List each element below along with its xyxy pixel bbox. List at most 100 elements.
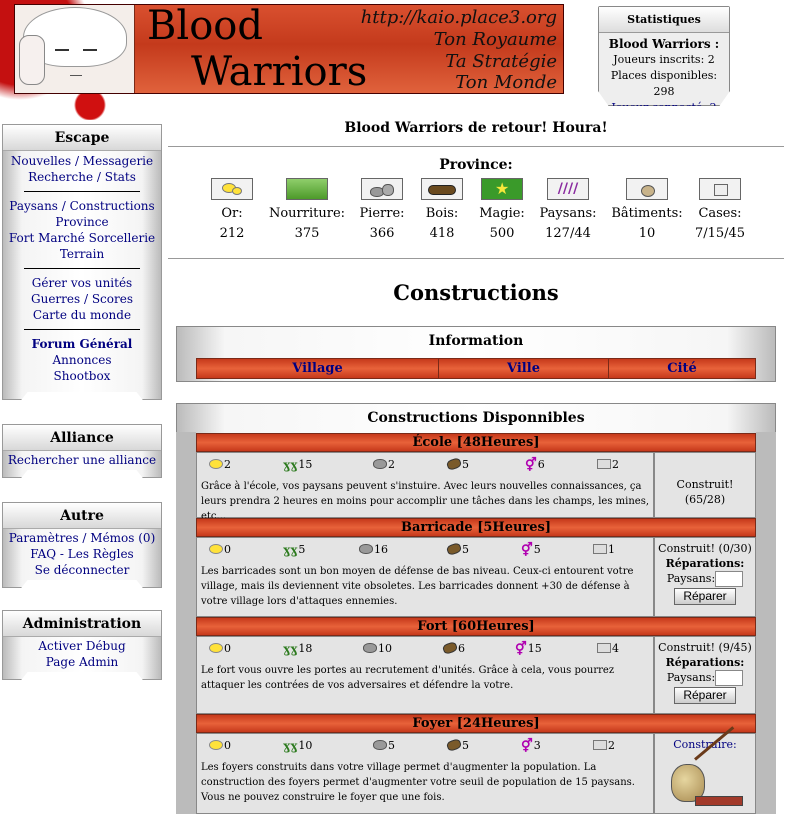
character-portrait: [15, 5, 135, 93]
building-status-cell: Construit! (0/30) Réparations: Paysans: …: [654, 537, 756, 617]
menu-link-units[interactable]: Gérer vos unités: [3, 275, 161, 291]
cost-cases: 2: [593, 738, 615, 753]
menu-link-terrain[interactable]: Terrain: [3, 246, 161, 262]
menu-admin-header: Administration: [3, 611, 161, 637]
resource-value: 10: [638, 226, 656, 241]
cost-stone: 16: [359, 542, 388, 557]
tab-cite[interactable]: Cité: [609, 359, 755, 378]
ville-link[interactable]: Ville: [507, 361, 540, 376]
menu-link-search-alliance[interactable]: Rechercher une alliance: [3, 452, 161, 468]
food-icon: ɣɣ: [283, 642, 298, 656]
cases-icon: [593, 544, 607, 554]
cost-gold: 0: [209, 641, 231, 656]
resource-food: Nourriture: 375: [267, 178, 347, 244]
info-links-row: Village Ville Cité: [196, 358, 756, 379]
menu-link-shootbox[interactable]: Shootbox: [3, 368, 161, 384]
stone-icon: [359, 544, 373, 554]
banner-title-line2: Warriors: [191, 49, 368, 94]
menu-link-admin-page[interactable]: Page Admin: [3, 654, 161, 670]
tab-village[interactable]: Village: [197, 359, 439, 378]
banner-tagline-1: Ton Royaume: [433, 29, 557, 50]
menu-link-map[interactable]: Carte du monde: [3, 307, 161, 323]
menu-link-debug[interactable]: Activer Débug: [3, 638, 161, 654]
cost-cases: 1: [593, 542, 615, 557]
building-title: Fort [60Heures]: [196, 617, 756, 636]
province-label: Province:: [439, 157, 513, 173]
banner-tagline-2: Ta Stratégie: [445, 51, 557, 72]
cost-gold: 2: [209, 457, 231, 472]
food-icon: [286, 178, 328, 200]
food-icon: ɣɣ: [283, 458, 298, 472]
village-link[interactable]: Village: [292, 361, 342, 376]
resource-label: Bâtiments:: [611, 206, 683, 221]
resource-value: 212: [219, 226, 245, 241]
stone-icon: [373, 740, 387, 750]
menu-link-peasants[interactable]: Paysans / Constructions: [3, 198, 161, 214]
tab-ville[interactable]: Ville: [439, 359, 609, 378]
peasant-gender-icon: ⚥: [521, 543, 533, 558]
menu-link-logout[interactable]: Se déconnecter: [3, 562, 161, 578]
building-body: 0 ɣɣ5 16 5 ⚥5 1 Les barricades sont un b…: [196, 537, 654, 617]
peasant-gender-icon: ⚥: [521, 739, 533, 754]
stats-header: Statistiques: [599, 7, 729, 33]
stats-connected[interactable]: Joueur connecté: 2: [599, 100, 729, 106]
connected-link[interactable]: Joueur connecté: 2: [611, 101, 716, 106]
food-icon: ɣɣ: [283, 543, 298, 557]
building-status: Construit! (65/28): [676, 478, 734, 506]
panel-rail: [756, 432, 776, 814]
menu-link-settings[interactable]: Paramètres / Mémos (0): [3, 530, 161, 546]
cost-wood: 6: [441, 640, 465, 656]
repair-peasants-input[interactable]: [715, 670, 744, 686]
menu-link-fort[interactable]: Fort Marché Sorcellerie: [3, 230, 161, 246]
resource-cases: Cases: 7/15/45: [680, 178, 760, 244]
building-status-cell: Construire:: [654, 726, 756, 814]
construct-image-button[interactable]: [665, 726, 745, 810]
stats-panel: Statistiques Blood Warriors : Joueurs in…: [598, 6, 730, 106]
cost-food: ɣɣ15: [283, 458, 313, 472]
cost-peasants: ⚥3: [521, 739, 541, 754]
building-status: Construit! (0/30): [658, 542, 752, 555]
blood-drop-decoration: [60, 90, 120, 120]
repair-peasants-input[interactable]: [715, 571, 744, 587]
stats-players: Joueurs inscrits: 2: [613, 53, 715, 66]
gold-icon: [209, 740, 223, 750]
info-header: Information: [428, 333, 524, 349]
repair-button[interactable]: Réparer: [674, 588, 736, 605]
resource-label: Cases:: [698, 206, 742, 221]
cost-food: ɣɣ10: [283, 739, 313, 753]
cost-peasants: ⚥6: [525, 458, 545, 473]
building-body: 0 ɣɣ18 10 6 ⚥15 4 Le fort vous ouvre les…: [196, 636, 654, 714]
repair-button[interactable]: Réparer: [674, 687, 736, 704]
menu-link-search[interactable]: Recherche / Stats: [3, 169, 161, 185]
magic-icon: ★: [481, 178, 523, 200]
cite-link[interactable]: Cité: [667, 361, 697, 376]
stone-icon: [363, 643, 377, 653]
menu-link-forum[interactable]: Forum Général: [3, 336, 161, 352]
menu-link-news[interactable]: Nouvelles / Messagerie: [3, 153, 161, 169]
divider: [168, 258, 784, 259]
resource-label: Or:: [221, 206, 243, 221]
menu-link-faq[interactable]: FAQ - Les Règles: [3, 546, 161, 562]
menu-link-province[interactable]: Province: [3, 214, 161, 230]
repair-label: Réparations:: [665, 656, 745, 669]
cost-peasants: ⚥5: [521, 543, 541, 558]
resource-gold: Or: 212: [192, 178, 272, 244]
constructions-header: Constructions Disponnibles: [367, 410, 585, 426]
cases-icon: [597, 643, 611, 653]
cases-icon: [593, 740, 607, 750]
building-title: Foyer [24Heures]: [196, 714, 756, 733]
cases-icon: [699, 178, 741, 200]
food-icon: ɣɣ: [283, 739, 298, 753]
menu-autre-header: Autre: [3, 503, 161, 529]
building-description: Les barricades sont un bon moyen de défe…: [201, 566, 634, 607]
building-status-cell: Construit! (9/45) Réparations: Paysans: …: [654, 636, 756, 714]
repair-label: Réparations:: [665, 557, 745, 570]
menu-admin: Administration Activer Débug Page Admin: [2, 610, 162, 680]
gold-icon: [209, 544, 223, 554]
menu-link-wars[interactable]: Guerres / Scores: [3, 291, 161, 307]
menu-divider: [24, 329, 140, 330]
resource-label: Nourriture:: [268, 206, 346, 221]
wood-icon: [421, 178, 463, 200]
menu-link-announces[interactable]: Annonces: [3, 352, 161, 368]
page-title: Constructions: [393, 280, 559, 305]
